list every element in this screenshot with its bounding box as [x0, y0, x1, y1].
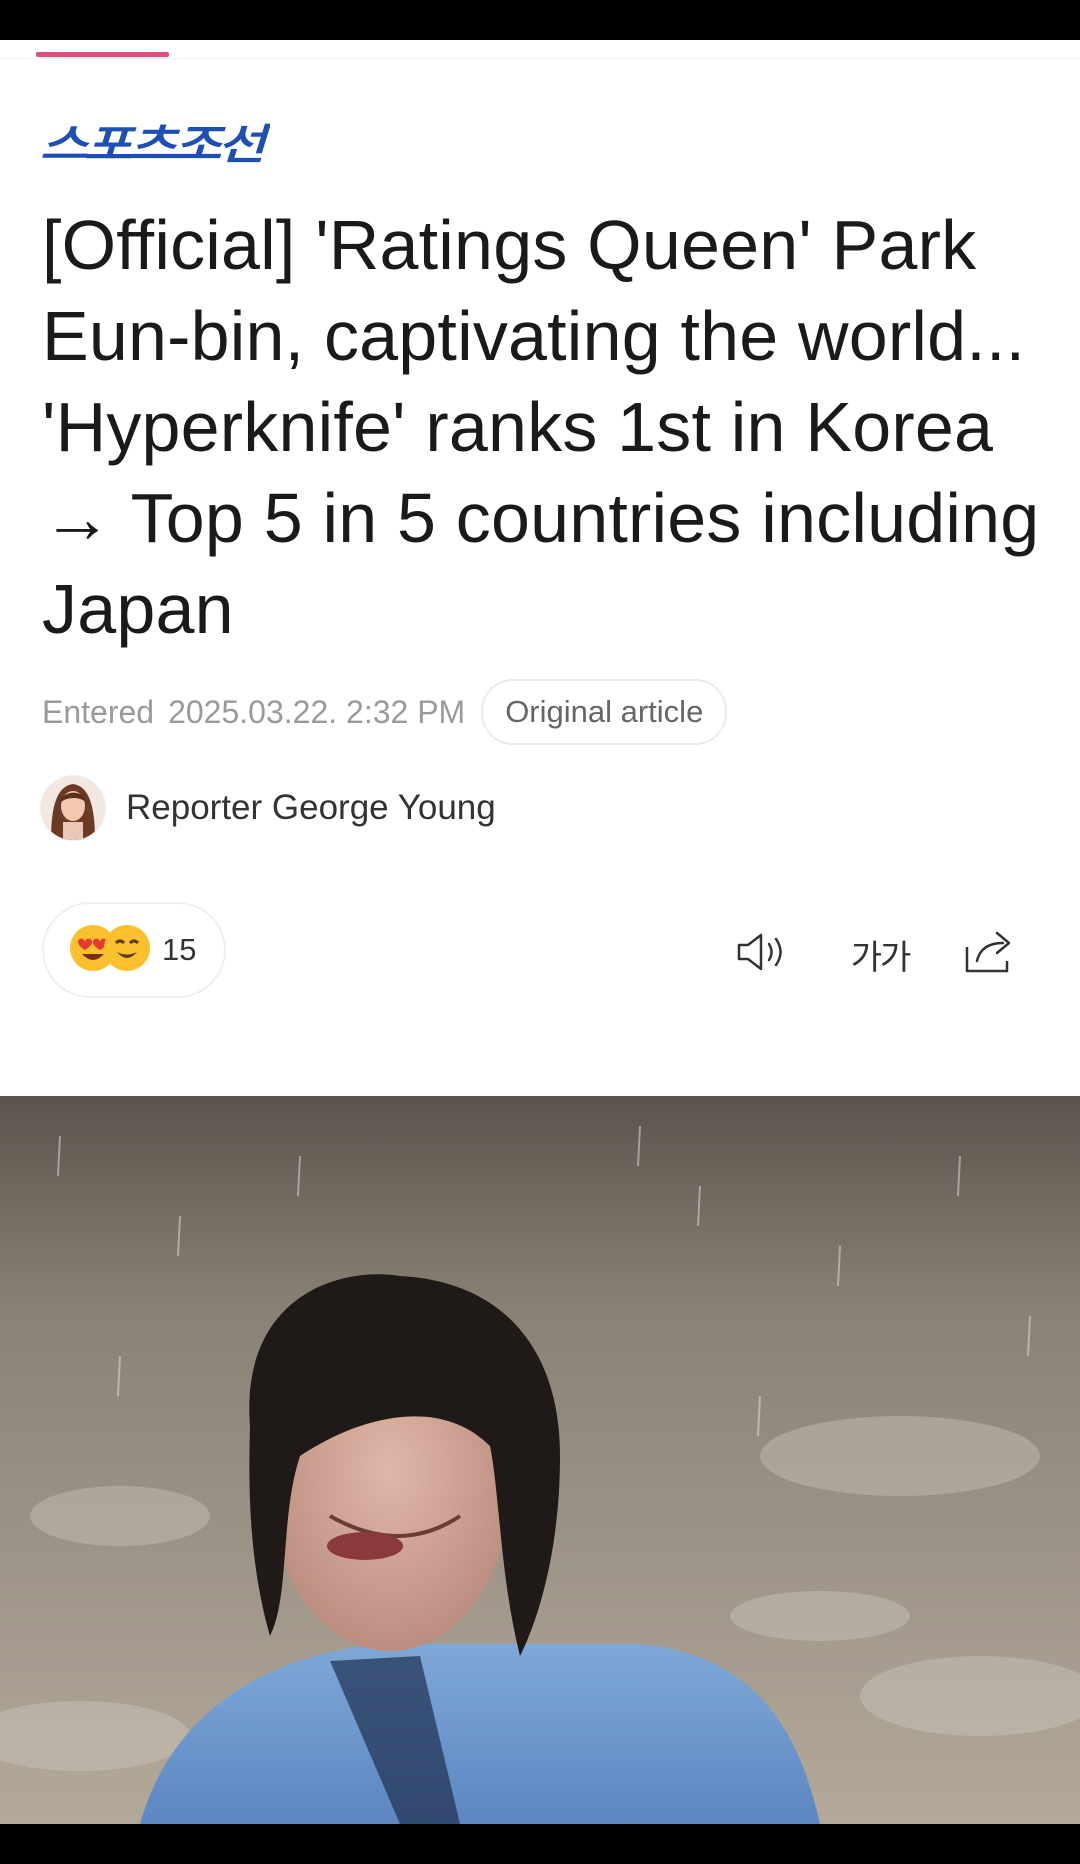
publisher-logo-text: 스포츠조선: [40, 120, 270, 169]
publisher-logo[interactable]: 스포츠조선: [40, 115, 270, 170]
reaction-count: 15: [162, 932, 197, 967]
original-article-button[interactable]: Original article: [481, 679, 728, 745]
share-icon[interactable]: [960, 925, 1020, 979]
article-meta: Entered 2025.03.22. 2:32 PM Original art…: [42, 679, 1042, 745]
reporter-avatar: [40, 775, 106, 841]
entered-label: Entered: [42, 693, 155, 730]
article-headline: [Official] 'Ratings Queen' Park Eun-bin,…: [42, 206, 1040, 648]
font-size-label: 가가: [850, 938, 912, 978]
speaker-icon[interactable]: [733, 925, 793, 979]
reaction-button[interactable]: 15: [42, 902, 226, 998]
active-tab-indicator: [36, 52, 169, 57]
reporter-name: Reporter George Young: [126, 788, 496, 827]
reporter-byline[interactable]: Reporter George Young: [40, 775, 496, 841]
font-size-icon[interactable]: 가가: [845, 925, 915, 979]
smirk-emoji-icon: [104, 925, 150, 971]
article-page: 스포츠조선 [Official] 'Ratings Queen' Park Eu…: [0, 0, 1080, 1864]
article-photo[interactable]: [0, 1096, 1080, 1824]
status-bar: [0, 0, 1080, 40]
reaction-emojis: [68, 923, 158, 977]
entered-date: 2025.03.22. 2:32 PM: [168, 693, 466, 730]
navigation-bar: [0, 1824, 1080, 1864]
